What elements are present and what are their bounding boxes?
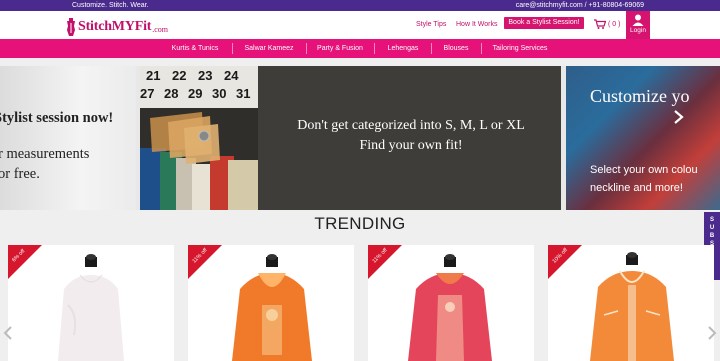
login-label: Login [630,27,646,34]
size-tag: 28 [164,86,179,101]
logo-domain: .com [152,25,169,34]
carousel-slide-fit[interactable]: 21 22 23 24 27 28 29 30 31 Don't get cat… [140,66,561,210]
book-stylist-button[interactable]: Book a Stylist Session! [504,17,584,29]
logo-name: StitchMYFit [78,19,152,34]
how-it-works-link[interactable]: How It Works [456,21,498,28]
product-card[interactable]: 11% off [188,245,354,361]
main-nav: Kurtis & Tunics Salwar Kameez Party & Fu… [0,39,720,58]
clothes-rack-image [140,108,258,210]
nav-item-kurtis[interactable]: Kurtis & Tunics [160,39,230,58]
product-card[interactable]: 6% off [8,245,174,361]
slide-headline: Stylist session now! [0,110,114,126]
nav-item-salwar[interactable]: Salwar Kameez [234,39,304,58]
product-card[interactable]: 10% off [548,245,714,361]
slide-text: or free. [0,166,40,182]
size-tag: 31 [236,86,251,101]
site-logo[interactable]: StitchMYFit .com [66,15,168,39]
slide-text: neckline and more! [590,182,683,194]
cart-count: ( 0 ) [608,20,621,28]
slide-text: r measurements [0,146,90,162]
slide-headline: Customize yo [590,86,690,106]
nav-item-blouses[interactable]: Blouses [432,39,480,58]
header: StitchMYFit .com Style Tips How It Works… [0,11,720,39]
user-icon [632,14,644,26]
trending-next-icon[interactable] [707,326,717,340]
carousel-slide-stylist[interactable]: Stylist session now! r measurements or f… [0,66,136,210]
product-card[interactable]: 11% off [368,245,534,361]
size-tag: 30 [212,86,227,101]
tagline: Customize. Stitch. Wear. [72,2,149,9]
contact-info[interactable]: care@stitchmyfit.com / +91-80804-69069 [516,0,644,11]
carousel-next-icon[interactable] [672,110,684,124]
top-bar: Customize. Stitch. Wear. care@stitchmyfi… [0,0,720,11]
hero-carousel[interactable]: Stylist session now! r measurements or f… [0,66,720,210]
slide-subheadline: Find your own fit! [359,138,463,153]
logo-icon [67,18,75,36]
login-button[interactable]: Login [626,11,650,39]
nav-item-party[interactable]: Party & Fusion [308,39,372,58]
size-tag: 21 [146,68,161,83]
cart-icon [594,19,606,29]
cart-button[interactable]: ( 0 ) [594,19,620,29]
size-tags-image: 21 22 23 24 27 28 29 30 31 [140,66,258,108]
nav-item-tailoring[interactable]: Tailoring Services [482,39,558,58]
slide-text: Select your own colou [590,164,698,176]
nav-divider [232,43,233,54]
size-tag: 22 [172,68,187,83]
nav-divider [374,43,375,54]
carousel-slide-customize[interactable]: Customize yo Select your own colou neckl… [566,66,720,210]
size-tag: 24 [224,68,239,83]
nav-item-lehengas[interactable]: Lehengas [376,39,430,58]
trending-title: TRENDING [314,214,406,233]
style-tips-link[interactable]: Style Tips [416,21,446,28]
size-tag: 29 [188,86,203,101]
slide-headline: Don't get categorized into S, M, L or XL [297,118,525,133]
size-tag: 27 [140,86,155,101]
nav-divider [306,43,307,54]
size-tag: 23 [198,68,213,83]
trending-prev-icon[interactable] [3,326,13,340]
